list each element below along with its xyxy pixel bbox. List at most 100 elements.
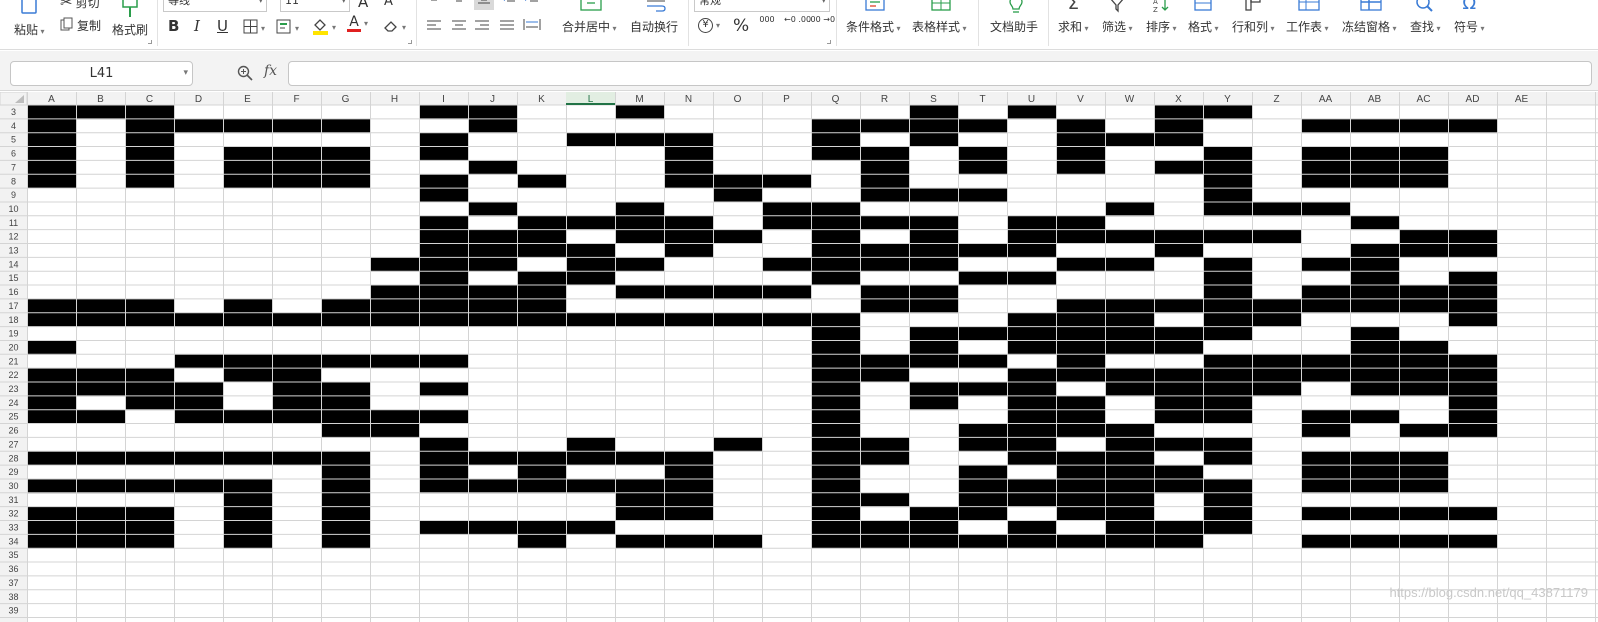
cell-L14[interactable]: [566, 257, 615, 272]
distribute-button[interactable]: [523, 17, 541, 35]
cell-K8[interactable]: [517, 174, 566, 189]
cell-U18[interactable]: [1007, 312, 1056, 327]
cell-V5[interactable]: [1056, 132, 1105, 147]
cell-Q29[interactable]: [811, 465, 860, 480]
copy-button[interactable]: 复制: [60, 17, 101, 34]
cell-E7[interactable]: [223, 160, 272, 175]
cell-G21[interactable]: [321, 354, 370, 369]
cell-AA17[interactable]: [1301, 298, 1350, 314]
cell-I16[interactable]: [419, 285, 468, 300]
cell-A8[interactable]: [27, 174, 76, 189]
cell-X3[interactable]: [1154, 105, 1203, 120]
cell-V4[interactable]: [1056, 118, 1105, 134]
cell-T9[interactable]: [958, 188, 1007, 203]
cell-N7[interactable]: [664, 160, 713, 175]
cell-K15[interactable]: [517, 271, 566, 286]
cell-M16[interactable]: [615, 285, 664, 300]
cell-H16[interactable]: [370, 285, 419, 300]
filter-button[interactable]: 筛选 ▾: [1102, 0, 1133, 35]
column-header-AC[interactable]: AC: [1417, 94, 1431, 105]
row-header-22[interactable]: 22: [8, 370, 18, 380]
insert-function-button[interactable]: fx: [264, 63, 277, 79]
font-size-select[interactable]: 11: [280, 0, 350, 12]
cell-R11[interactable]: [860, 215, 909, 231]
cell-M10[interactable]: [615, 201, 664, 217]
row-header-33[interactable]: 33: [8, 523, 18, 533]
cell-V32[interactable]: [1056, 506, 1105, 521]
cell-E22[interactable]: [223, 368, 272, 383]
table-style-button[interactable]: 表格样式 ▾: [912, 0, 967, 35]
cell-W14[interactable]: [1105, 257, 1154, 272]
cell-Y6[interactable]: [1203, 146, 1252, 161]
cell-M11[interactable]: [615, 215, 664, 231]
cell-X4[interactable]: [1154, 118, 1203, 134]
cell-AD16[interactable]: [1448, 285, 1497, 300]
cell-M18[interactable]: [615, 312, 664, 327]
cell-AB25[interactable]: [1350, 409, 1399, 424]
cell-A28[interactable]: [27, 451, 76, 466]
cell-S3[interactable]: [909, 105, 958, 120]
cell-G30[interactable]: [321, 478, 370, 494]
row-header-7[interactable]: 7: [11, 162, 16, 172]
column-header-W[interactable]: W: [1125, 94, 1135, 105]
cell-A25[interactable]: [27, 409, 76, 424]
cell-AC4[interactable]: [1399, 118, 1448, 134]
cell-X20[interactable]: [1154, 340, 1203, 355]
cell-T31[interactable]: [958, 492, 1007, 508]
cell-AC22[interactable]: [1399, 368, 1448, 383]
cell-C8[interactable]: [125, 174, 174, 189]
column-header-E[interactable]: E: [244, 94, 251, 105]
cell-L28[interactable]: [566, 451, 615, 466]
cell-W27[interactable]: [1105, 437, 1154, 452]
cell-L30[interactable]: [566, 478, 615, 494]
cell-AA6[interactable]: [1301, 146, 1350, 161]
cell-Q32[interactable]: [811, 506, 860, 521]
cell-W5[interactable]: [1105, 132, 1154, 147]
cell-S32[interactable]: [909, 506, 958, 521]
cell-B28[interactable]: [76, 451, 125, 466]
cell-T32[interactable]: [958, 506, 1007, 521]
cell-N6[interactable]: [664, 146, 713, 161]
cell-F28[interactable]: [272, 451, 321, 466]
cell-C6[interactable]: [125, 146, 174, 161]
cell-E33[interactable]: [223, 520, 272, 535]
cell-AC30[interactable]: [1399, 478, 1448, 494]
cell-N11[interactable]: [664, 215, 713, 231]
cell-AB15[interactable]: [1350, 271, 1399, 286]
bold-button[interactable]: B: [168, 17, 179, 35]
cell-E32[interactable]: [223, 506, 272, 521]
row-header-26[interactable]: 26: [8, 426, 18, 436]
cell-AD22[interactable]: [1448, 368, 1497, 383]
cell-M34[interactable]: [615, 534, 664, 549]
row-header-18[interactable]: 18: [8, 315, 18, 325]
cell-AA30[interactable]: [1301, 478, 1350, 494]
cell-U12[interactable]: [1007, 229, 1056, 244]
cell-G28[interactable]: [321, 451, 370, 466]
cell-AA21[interactable]: [1301, 354, 1350, 369]
cell-X17[interactable]: [1154, 298, 1203, 314]
cell-AB17[interactable]: [1350, 298, 1399, 314]
cell-B18[interactable]: [76, 312, 125, 327]
cell-AA32[interactable]: [1301, 506, 1350, 521]
cell-Y16[interactable]: [1203, 285, 1252, 300]
indent-increase-button[interactable]: [524, 0, 540, 8]
cell-G25[interactable]: [321, 409, 370, 424]
cell-AA16[interactable]: [1301, 285, 1350, 300]
cell-C5[interactable]: [125, 132, 174, 147]
cell-Q24[interactable]: [811, 395, 860, 411]
row-header-31[interactable]: 31: [8, 495, 18, 505]
cell-Y33[interactable]: [1203, 520, 1252, 535]
cell-S24[interactable]: [909, 395, 958, 411]
font-group-launcher[interactable]: [408, 40, 412, 44]
cell-Q33[interactable]: [811, 520, 860, 535]
cell-A6[interactable]: [27, 146, 76, 161]
row-header-24[interactable]: 24: [8, 398, 18, 408]
cell-Z21[interactable]: [1252, 354, 1301, 369]
cell-AC29[interactable]: [1399, 465, 1448, 480]
cell-G4[interactable]: [321, 118, 370, 134]
cell-S17[interactable]: [909, 298, 958, 314]
number-group-launcher[interactable]: [827, 40, 831, 44]
cell-N30[interactable]: [664, 478, 713, 494]
cell-Z12[interactable]: [1252, 229, 1301, 244]
cell-R4[interactable]: [860, 118, 909, 134]
